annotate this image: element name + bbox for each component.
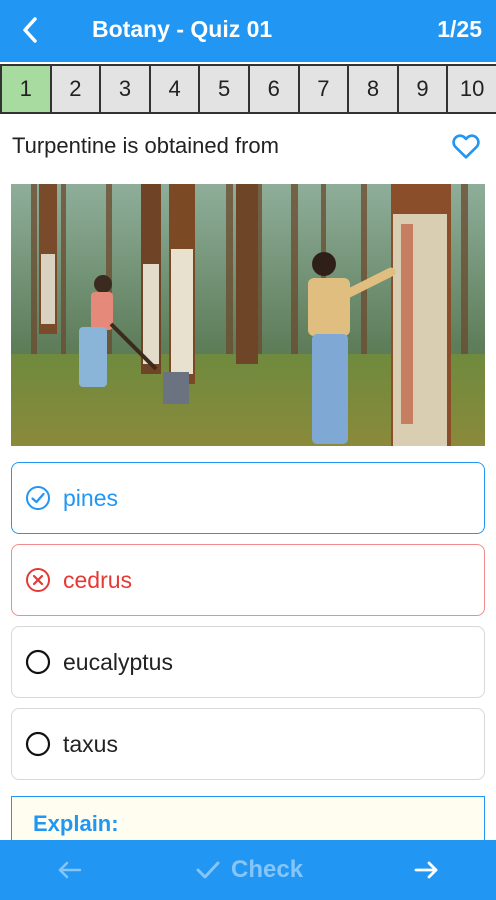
question-text: Turpentine is obtained from	[12, 133, 279, 158]
answer-label: cedrus	[63, 566, 133, 593]
answer-option-pines[interactable]: pines	[11, 462, 485, 534]
radio-empty-icon	[25, 649, 51, 675]
check-circle-icon	[26, 486, 50, 510]
question-number-9[interactable]: 9	[396, 64, 449, 114]
question-number-3[interactable]: 3	[99, 64, 151, 114]
question-number-7[interactable]: 7	[297, 64, 350, 114]
question-image	[11, 184, 485, 446]
answer-option-taxus[interactable]: taxus	[11, 708, 485, 780]
question-number-1[interactable]: 1	[0, 64, 52, 114]
bottom-action-bar: Check	[0, 840, 496, 900]
previous-button[interactable]	[52, 854, 88, 886]
question-number-2[interactable]: 2	[49, 64, 102, 114]
checkmark-icon	[196, 861, 220, 879]
next-button[interactable]	[408, 854, 444, 886]
question-number-5[interactable]: 5	[198, 64, 250, 114]
x-circle-icon	[26, 568, 50, 592]
question-number-6[interactable]: 6	[247, 64, 300, 114]
explain-heading: Explain:	[33, 811, 119, 836]
answer-label: pines	[63, 484, 118, 511]
answer-label: eucalyptus	[63, 648, 173, 675]
question-counter: 1/25	[437, 16, 482, 42]
check-button[interactable]: Check	[195, 854, 303, 886]
heart-outline-icon	[452, 134, 480, 159]
quiz-title: Botany - Quiz 01	[92, 16, 273, 42]
favorite-button[interactable]	[450, 130, 482, 162]
arrow-right-icon	[414, 861, 438, 879]
chevron-left-icon	[23, 17, 37, 43]
question-navigator: 1 2 3 4 5 6 7 8 9 10	[0, 64, 496, 114]
radio-empty-icon	[25, 731, 51, 757]
app-header: Botany - Quiz 01 1/25	[0, 0, 496, 62]
check-button-label: Check	[231, 856, 304, 883]
arrow-left-icon	[58, 861, 82, 879]
answer-option-cedrus[interactable]: cedrus	[11, 544, 485, 616]
back-button[interactable]	[12, 12, 48, 48]
question-number-10[interactable]: 10	[446, 64, 496, 114]
question-number-4[interactable]: 4	[148, 64, 201, 114]
answer-option-eucalyptus[interactable]: eucalyptus	[11, 626, 485, 698]
answer-label: taxus	[63, 730, 118, 757]
question-number-8[interactable]: 8	[347, 64, 399, 114]
